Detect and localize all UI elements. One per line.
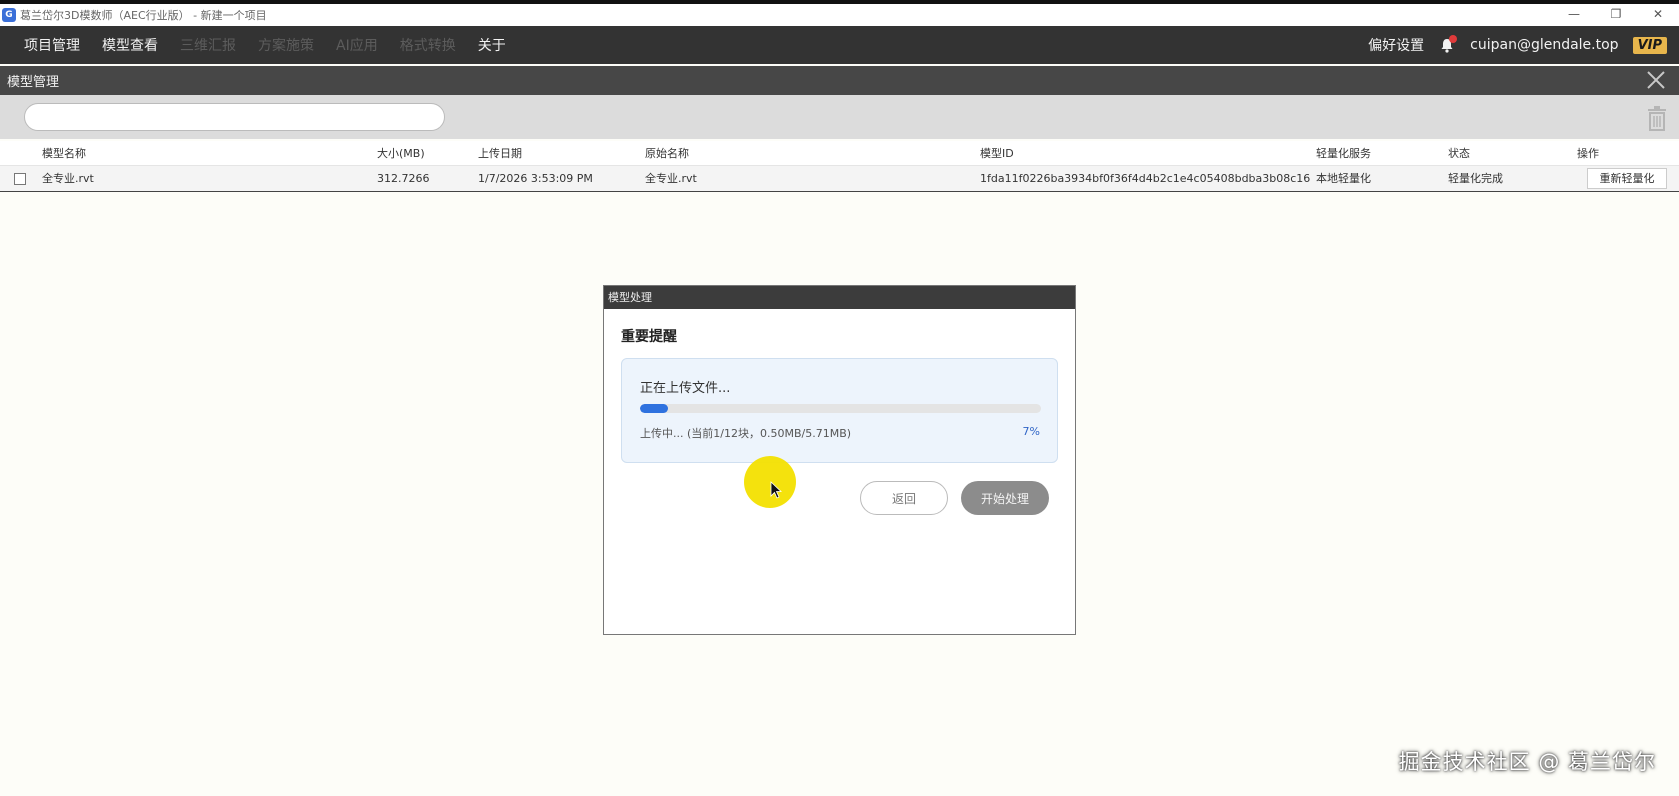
col-light-service: 轻量化服务: [1316, 147, 1371, 160]
menu-3d-report[interactable]: 三维汇报: [180, 35, 236, 55]
dialog-title: 重要提醒: [621, 329, 677, 345]
close-icon[interactable]: [1645, 69, 1667, 91]
menu-scheme[interactable]: 方案施策: [258, 35, 314, 55]
menu-ai-app[interactable]: AI应用: [336, 35, 378, 55]
back-button[interactable]: 返回: [860, 481, 948, 515]
col-status: 状态: [1448, 147, 1470, 160]
search-input[interactable]: [24, 103, 445, 131]
vip-badge: VIP: [1632, 36, 1667, 54]
menu-project-management[interactable]: 项目管理: [24, 35, 80, 55]
cell-light-service: 本地轻量化: [1316, 172, 1371, 185]
table-row[interactable]: 全专业.rvt 312.7266 1/7/2026 3:53:09 PM 全专业…: [0, 166, 1679, 191]
main-menubar: 项目管理 模型查看 三维汇报 方案施策 AI应用 格式转换 关于 偏好设置 cu…: [0, 26, 1679, 64]
menu-about[interactable]: 关于: [478, 35, 506, 55]
upload-detail-text: 上传中... (当前1/12块，0.50MB/5.71MB): [640, 427, 852, 440]
minimize-button[interactable]: —: [1553, 4, 1595, 26]
watermark: 掘金技术社区 @ 葛兰岱尔: [1398, 750, 1656, 774]
upload-progress-fill: [640, 404, 669, 413]
panel-title: 模型管理: [7, 75, 60, 90]
col-action: 操作: [1577, 147, 1599, 160]
dialog-header: 模型处理: [604, 286, 1075, 309]
user-account[interactable]: cuipan@glendale.top: [1470, 37, 1618, 53]
col-model-id: 模型ID: [980, 147, 1014, 160]
cell-model-id: 1fda11f0226ba3934bf0f36f4d4b2c1e4c05408b…: [980, 172, 1310, 185]
menubar-right: 偏好设置 cuipan@glendale.top VIP: [1368, 26, 1667, 64]
col-size: 大小(MB): [377, 147, 425, 160]
menu-format-convert[interactable]: 格式转换: [400, 35, 456, 55]
cell-upload-date: 1/7/2026 3:53:09 PM: [478, 172, 593, 185]
upload-progress-bar: [640, 404, 1041, 413]
notification-dot: [1449, 35, 1458, 43]
table-header: 模型名称 大小(MB) 上传日期 原始名称 模型ID 轻量化服务 状态 操作: [0, 141, 1679, 166]
window-title: 葛兰岱尔3D模数师（AEC行业版） - 新建一个项目: [20, 9, 267, 22]
upload-percent: 7%: [1022, 425, 1040, 438]
start-processing-button[interactable]: 开始处理: [961, 481, 1049, 515]
cell-original-name: 全专业.rvt: [645, 172, 697, 185]
model-table: 模型名称 大小(MB) 上传日期 原始名称 模型ID 轻量化服务 状态 操作 全…: [0, 141, 1679, 192]
col-upload-date: 上传日期: [478, 147, 522, 160]
cell-size: 312.7266: [377, 172, 430, 185]
menu-model-view[interactable]: 模型查看: [102, 35, 158, 55]
window-controls: — ❐ ✕: [1553, 4, 1679, 26]
close-window-button[interactable]: ✕: [1637, 4, 1679, 26]
bell-icon[interactable]: [1438, 35, 1458, 54]
search-toolbar: [0, 95, 1679, 139]
window-titlebar: G 葛兰岱尔3D模数师（AEC行业版） - 新建一个项目 — ❐ ✕: [0, 0, 1679, 26]
reprocess-button[interactable]: 重新轻量化: [1587, 168, 1667, 189]
mouse-cursor-icon: [770, 481, 782, 499]
model-processing-dialog: 模型处理 重要提醒 正在上传文件... 上传中... (当前1/12块，0.50…: [603, 285, 1076, 635]
cell-model-name: 全专业.rvt: [42, 172, 94, 185]
preferences-link[interactable]: 偏好设置: [1368, 35, 1424, 55]
restore-button[interactable]: ❐: [1595, 4, 1637, 26]
trash-icon[interactable]: [1645, 105, 1669, 131]
app-logo-icon: G: [2, 8, 16, 22]
upload-status-text: 正在上传文件...: [640, 381, 731, 396]
row-checkbox[interactable]: [14, 173, 26, 185]
panel-header: 模型管理: [0, 66, 1679, 95]
upload-status-box: 正在上传文件... 上传中... (当前1/12块，0.50MB/5.71MB)…: [621, 358, 1058, 463]
cell-status: 轻量化完成: [1448, 172, 1503, 185]
col-original-name: 原始名称: [645, 147, 689, 160]
col-model-name: 模型名称: [42, 147, 86, 160]
